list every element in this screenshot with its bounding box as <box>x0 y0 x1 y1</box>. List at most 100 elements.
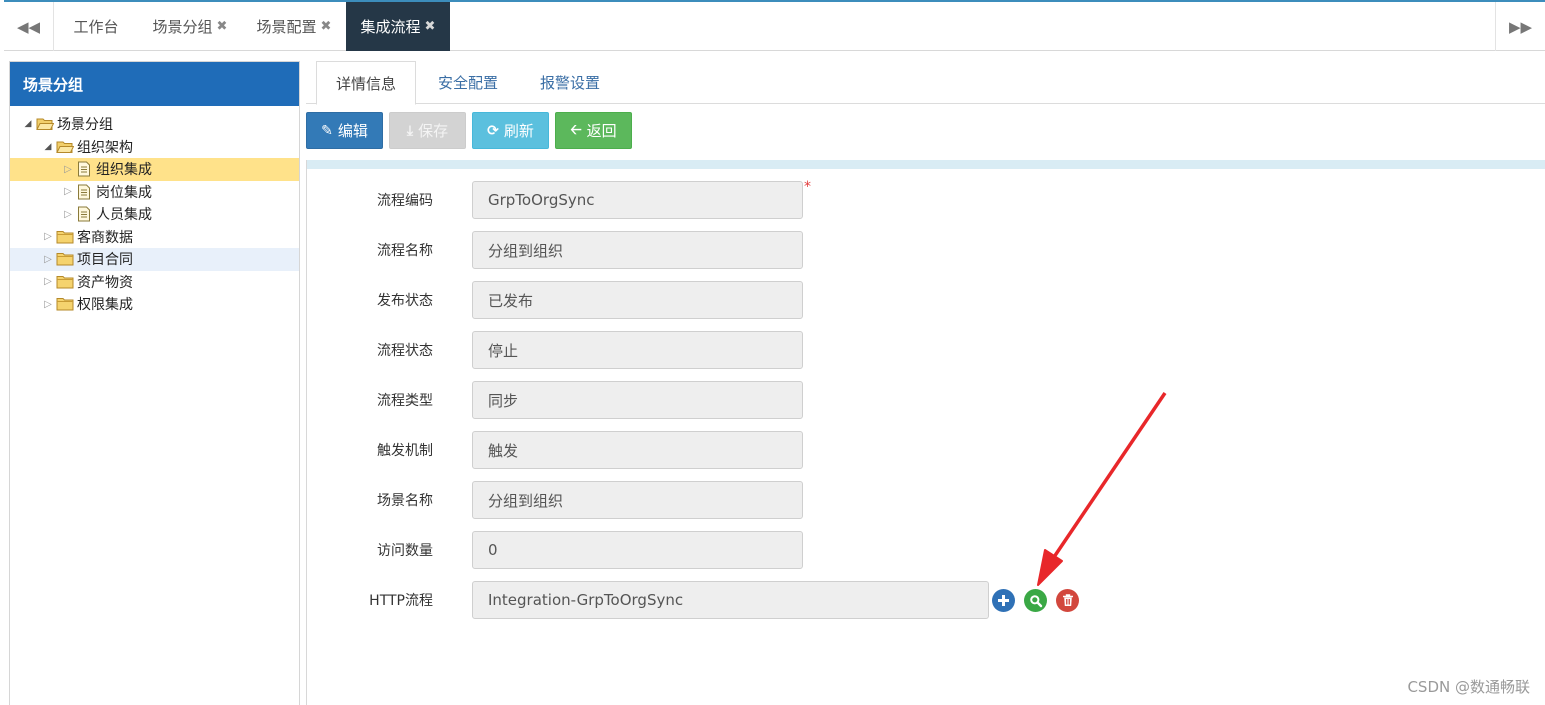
arrow-left-icon: 🡠 <box>570 121 582 138</box>
folder-icon <box>56 252 74 266</box>
tree-node-post-integration[interactable]: ▷ 岗位集成 <box>10 181 299 204</box>
tree-node-asset-material[interactable]: ▷ 资产物资 <box>10 271 299 294</box>
trash-icon[interactable] <box>1056 589 1079 612</box>
collapsed-toggle-icon[interactable]: ▷ <box>40 274 56 290</box>
document-icon <box>76 206 92 222</box>
folder-icon <box>56 275 74 289</box>
download-icon: ⤓ <box>406 122 414 139</box>
top-tabs: 工作台 场景分组 ✖ 场景配置 ✖ 集成流程 ✖ <box>54 2 450 51</box>
visit-count-input[interactable]: 0 <box>472 531 803 569</box>
scene-name-input[interactable]: 分组到组织 <box>472 481 803 519</box>
collapsed-toggle-icon[interactable]: ▷ <box>60 184 76 200</box>
tab-label: 场景分组 <box>152 18 213 36</box>
document-icon <box>76 161 92 177</box>
folder-open-icon <box>36 117 54 131</box>
field-flow-status: 流程状态 停止 <box>307 331 1545 369</box>
required-mark: * <box>804 179 811 195</box>
search-icon[interactable] <box>1024 589 1047 612</box>
field-flow-name: 流程名称 分组到组织 <box>307 231 1545 269</box>
edit-button[interactable]: ✎ 编辑 <box>306 112 383 149</box>
folder-icon <box>56 297 74 311</box>
collapsed-toggle-icon[interactable]: ▷ <box>40 229 56 245</box>
form-header-strip <box>307 160 1545 169</box>
tree-node-label: 场景分组 <box>57 117 113 134</box>
action-toolbar: ✎ 编辑 ⤓ 保存 ⟳ 刷新 🡠 返回 <box>306 112 632 149</box>
trigger-mechanism-input[interactable]: 触发 <box>472 431 803 469</box>
scene-group-panel: 场景分组 ◢ 场景分组 ◢ 组织架构 ▷ 组织集成 ▷ 岗位集成 ▷ 人员集成 … <box>9 61 300 705</box>
button-label: 保存 <box>418 122 449 140</box>
tree-node-person-integration[interactable]: ▷ 人员集成 <box>10 203 299 226</box>
button-label: 刷新 <box>503 122 534 140</box>
tree-node-org-integration[interactable]: ▷ 组织集成 <box>10 158 299 181</box>
tab-workbench[interactable]: 工作台 <box>54 2 138 51</box>
field-http-flow: HTTP流程 Integration-GrpToOrgSync <box>307 581 1545 619</box>
tab-integration-flow[interactable]: 集成流程 ✖ <box>346 2 450 51</box>
field-label: 流程编码 <box>377 193 433 209</box>
tree-node-label: 资产物资 <box>77 274 133 291</box>
field-scene-name: 场景名称 分组到组织 <box>307 481 1545 519</box>
scroll-left-icon[interactable]: ◀◀ <box>4 2 54 51</box>
tab-label: 场景配置 <box>256 18 317 36</box>
tab-scene-config[interactable]: 场景配置 ✖ <box>242 2 346 51</box>
top-tab-bar: ◀◀ 工作台 场景分组 ✖ 场景配置 ✖ 集成流程 ✖ ▶▶ <box>4 0 1545 51</box>
tab-label: 安全配置 <box>437 74 498 92</box>
detail-content: 详情信息 安全配置 报警设置 ✎ 编辑 ⤓ 保存 ⟳ 刷新 🡠 返回 流程编码 <box>306 61 1545 705</box>
close-icon[interactable]: ✖ <box>425 19 436 34</box>
collapsed-toggle-icon[interactable]: ▷ <box>40 251 56 267</box>
publish-status-input[interactable]: 已发布 <box>472 281 803 319</box>
expanded-toggle-icon[interactable]: ◢ <box>20 116 36 132</box>
field-label: 发布状态 <box>377 293 433 309</box>
field-flow-type: 流程类型 同步 <box>307 381 1545 419</box>
collapsed-toggle-icon[interactable]: ▷ <box>40 296 56 312</box>
add-icon[interactable] <box>992 589 1015 612</box>
tab-details[interactable]: 详情信息 <box>316 61 416 105</box>
tree-node-root[interactable]: ◢ 场景分组 <box>10 113 299 136</box>
tab-label: 报警设置 <box>539 74 600 92</box>
tree-node-permission-integration[interactable]: ▷ 权限集成 <box>10 293 299 316</box>
tree-node-label: 项目合同 <box>77 252 133 269</box>
field-label: 流程名称 <box>377 243 433 259</box>
tree-node-customer-data[interactable]: ▷ 客商数据 <box>10 226 299 249</box>
refresh-button[interactable]: ⟳ 刷新 <box>472 112 549 149</box>
folder-icon <box>56 230 74 244</box>
tree-node-label: 客商数据 <box>77 229 133 246</box>
field-label: 触发机制 <box>377 443 433 459</box>
tree-node-label: 人员集成 <box>96 207 152 224</box>
tree-node-label: 组织集成 <box>96 162 152 179</box>
tab-scene-group[interactable]: 场景分组 ✖ <box>138 2 242 51</box>
http-flow-input[interactable]: Integration-GrpToOrgSync <box>472 581 989 619</box>
scroll-right-icon[interactable]: ▶▶ <box>1495 2 1545 51</box>
save-button[interactable]: ⤓ 保存 <box>389 112 466 149</box>
tab-alarm-settings[interactable]: 报警设置 <box>524 61 616 104</box>
field-flow-code: 流程编码 GrpToOrgSync * <box>307 179 1545 219</box>
field-label: 场景名称 <box>377 493 433 509</box>
close-icon[interactable]: ✖ <box>321 19 332 34</box>
field-label: HTTP流程 <box>369 593 433 609</box>
button-label: 返回 <box>586 122 617 140</box>
flow-type-input[interactable]: 同步 <box>472 381 803 419</box>
field-trigger-mechanism: 触发机制 触发 <box>307 431 1545 469</box>
field-label: 流程类型 <box>377 393 433 409</box>
tab-security-config[interactable]: 安全配置 <box>422 61 514 104</box>
expanded-toggle-icon[interactable]: ◢ <box>40 139 56 155</box>
flow-name-input[interactable]: 分组到组织 <box>472 231 803 269</box>
close-icon[interactable]: ✖ <box>217 19 228 34</box>
tree-node-label: 岗位集成 <box>96 184 152 201</box>
field-visit-count: 访问数量 0 <box>307 531 1545 569</box>
collapsed-toggle-icon[interactable]: ▷ <box>60 206 76 222</box>
flow-status-input[interactable]: 停止 <box>472 331 803 369</box>
flow-code-input[interactable]: GrpToOrgSync <box>472 181 803 219</box>
tab-label: 详情信息 <box>335 74 396 93</box>
tab-label: 集成流程 <box>360 18 421 36</box>
document-icon <box>76 184 92 200</box>
field-label: 流程状态 <box>377 343 433 359</box>
detail-subtabs: 详情信息 安全配置 报警设置 <box>306 61 1545 105</box>
collapsed-toggle-icon[interactable]: ▷ <box>60 161 76 177</box>
tree-node-project-contract[interactable]: ▷ 项目合同 <box>10 248 299 271</box>
back-button[interactable]: 🡠 返回 <box>555 112 632 149</box>
detail-form: 流程编码 GrpToOrgSync * 流程名称 分组到组织 发布状态 已发布 … <box>306 160 1545 705</box>
button-label: 编辑 <box>337 122 368 140</box>
folder-open-icon <box>56 140 74 154</box>
tree-node-org-structure[interactable]: ◢ 组织架构 <box>10 136 299 159</box>
watermark: CSDN @数通畅联 <box>1407 678 1530 696</box>
